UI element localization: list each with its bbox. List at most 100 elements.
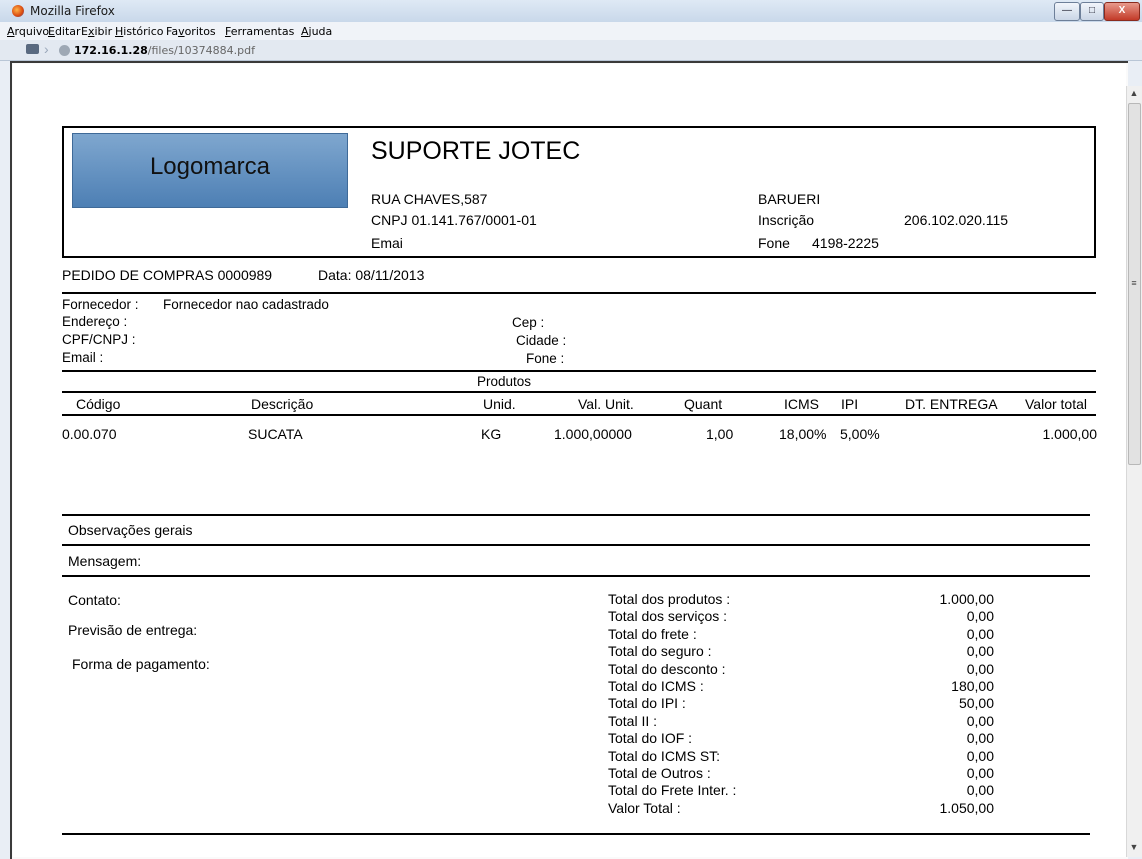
col-descricao: Descrição bbox=[251, 396, 314, 412]
col-val-unit: Val. Unit. bbox=[578, 396, 634, 412]
total-row: Total do IPI : 50,00 bbox=[608, 695, 998, 712]
col-unid: Unid. bbox=[483, 396, 516, 412]
total-row: Total do ICMS : 180,00 bbox=[608, 678, 998, 695]
menu-ferramentas[interactable]: Ferramentas bbox=[225, 25, 294, 38]
total-row: Total do desconto : 0,00 bbox=[608, 661, 998, 678]
total-label: Total do IPI : bbox=[608, 695, 686, 712]
produtos-label: Produtos bbox=[477, 374, 532, 389]
menu-exibir[interactable]: Exibir bbox=[81, 25, 112, 38]
total-row: Total dos produtos : 1.000,00 bbox=[608, 591, 998, 608]
total-label: Total dos produtos : bbox=[608, 591, 731, 607]
col-valor-total: Valor total bbox=[1025, 396, 1087, 412]
total-label: Total dos serviços : bbox=[608, 608, 728, 625]
divider bbox=[62, 292, 1096, 294]
total-value: 180,00 bbox=[951, 677, 994, 694]
scroll-grip-icon: ≡ bbox=[1131, 278, 1137, 288]
divider bbox=[62, 575, 1090, 577]
company-name: SUPORTE JOTEC bbox=[371, 137, 581, 165]
forma-pagamento-label: Forma de pagamento: bbox=[72, 656, 210, 672]
row-icms: 18,00% bbox=[779, 426, 827, 442]
menu-ajuda[interactable]: Ajuda bbox=[301, 25, 332, 38]
observacoes-label: Observações gerais bbox=[68, 522, 193, 538]
col-codigo: Código bbox=[76, 396, 121, 412]
row-codigo: 0.00.070 bbox=[62, 426, 117, 442]
minimize-button[interactable]: — bbox=[1054, 2, 1080, 21]
total-label: Valor Total : bbox=[608, 799, 681, 816]
contato-label: Contato: bbox=[68, 592, 121, 608]
row-unid: KG bbox=[481, 426, 502, 442]
total-value: 0,00 bbox=[966, 712, 994, 729]
close-button[interactable]: X bbox=[1104, 2, 1140, 21]
total-value: 1.000,00 bbox=[939, 591, 995, 607]
total-label: Total do ICMS : bbox=[608, 677, 704, 694]
inscricao-value: 206.102.020.115 bbox=[904, 212, 1009, 228]
total-label: Total II : bbox=[608, 712, 658, 729]
divider bbox=[62, 514, 1090, 516]
fone-label: Fone bbox=[758, 235, 790, 251]
fone2-label: Fone : bbox=[526, 351, 565, 366]
row-ipi: 5,00% bbox=[840, 426, 880, 442]
pedido-date: Data: 08/11/2013 bbox=[318, 267, 425, 283]
divider bbox=[62, 544, 1090, 546]
company-email-label: Emai bbox=[371, 235, 403, 251]
url-text[interactable]: 172.16.1.28/files/10374884.pdf bbox=[74, 44, 255, 57]
cep-label: Cep : bbox=[512, 315, 545, 330]
total-value: 0,00 bbox=[966, 660, 994, 677]
total-row: Total dos serviços : 0,00 bbox=[608, 608, 998, 625]
divider bbox=[62, 391, 1096, 393]
company-city: BARUERI bbox=[758, 191, 821, 207]
total-row: Total II : 0,00 bbox=[608, 713, 998, 730]
url-path: /files/10374884.pdf bbox=[147, 44, 255, 57]
globe-icon bbox=[59, 45, 70, 56]
scroll-down-icon[interactable]: ▼ bbox=[1126, 842, 1142, 852]
total-value: 0,00 bbox=[966, 608, 994, 625]
scroll-up-icon[interactable]: ▲ bbox=[1126, 88, 1142, 98]
total-label: Total do Frete Inter. : bbox=[608, 782, 737, 799]
total-value: 0,00 bbox=[966, 643, 994, 660]
window-titlebar bbox=[0, 0, 1142, 22]
menu-arquivo[interactable]: Arquivo bbox=[7, 25, 49, 38]
total-label: Total do ICMS ST: bbox=[608, 747, 721, 764]
maximize-button[interactable]: □ bbox=[1080, 2, 1104, 21]
divider bbox=[62, 414, 1096, 416]
company-cnpj: CNPJ 01.141.767/0001-01 bbox=[371, 212, 537, 228]
previsao-label: Previsão de entrega: bbox=[68, 622, 198, 638]
mensagem-label: Mensagem: bbox=[68, 553, 142, 569]
total-label: Total de Outros : bbox=[608, 764, 711, 781]
separator-icon: › bbox=[44, 41, 49, 57]
row-valor-total: 1.000,00 bbox=[1042, 426, 1098, 442]
total-row: Total do IOF : 0,00 bbox=[608, 730, 998, 747]
menu-editar[interactable]: Editar bbox=[48, 25, 81, 38]
total-row: Total do ICMS ST: 0,00 bbox=[608, 748, 998, 765]
menu-historico[interactable]: Histórico bbox=[115, 25, 163, 38]
total-label: Total do frete : bbox=[608, 625, 697, 642]
endereco-label: Endereço : bbox=[62, 314, 128, 329]
pedido-number: PEDIDO DE COMPRAS 0000989 bbox=[62, 267, 273, 283]
row-val-unit: 1.000,00000 bbox=[554, 426, 632, 442]
total-value: 0,00 bbox=[966, 782, 994, 799]
total-value: 0,00 bbox=[966, 764, 994, 781]
menu-favoritos[interactable]: Favoritos bbox=[166, 25, 216, 38]
email-label: Email : bbox=[62, 350, 104, 365]
company-street: RUA CHAVES,587 bbox=[371, 191, 488, 207]
total-row: Total do Frete Inter. : 0,00 bbox=[608, 782, 998, 799]
col-quant: Quant bbox=[684, 396, 723, 412]
total-label: Total do IOF : bbox=[608, 730, 693, 747]
col-icms: ICMS bbox=[784, 396, 819, 412]
row-quant: 1,00 bbox=[706, 426, 734, 442]
col-ipi: IPI bbox=[841, 396, 859, 412]
total-row: Total do seguro : 0,00 bbox=[608, 643, 998, 660]
total-value: 0,00 bbox=[966, 747, 994, 764]
cpf-label: CPF/CNPJ : bbox=[62, 332, 136, 347]
fone-value: 4198-2225 bbox=[812, 235, 879, 251]
total-row: Total do frete : 0,00 bbox=[608, 626, 998, 643]
firefox-logo-icon bbox=[12, 5, 24, 17]
window-title: Mozilla Firefox bbox=[30, 4, 115, 18]
cidade-label: Cidade : bbox=[516, 333, 567, 348]
fornecedor-label: Fornecedor : bbox=[62, 297, 139, 312]
col-dt-entrega: DT. ENTREGA bbox=[905, 396, 998, 412]
logo-text: Logomarca bbox=[149, 153, 271, 180]
fornecedor-value: Fornecedor nao cadastrado bbox=[163, 297, 329, 312]
total-label: Total do desconto : bbox=[608, 660, 726, 677]
divider bbox=[62, 370, 1096, 372]
